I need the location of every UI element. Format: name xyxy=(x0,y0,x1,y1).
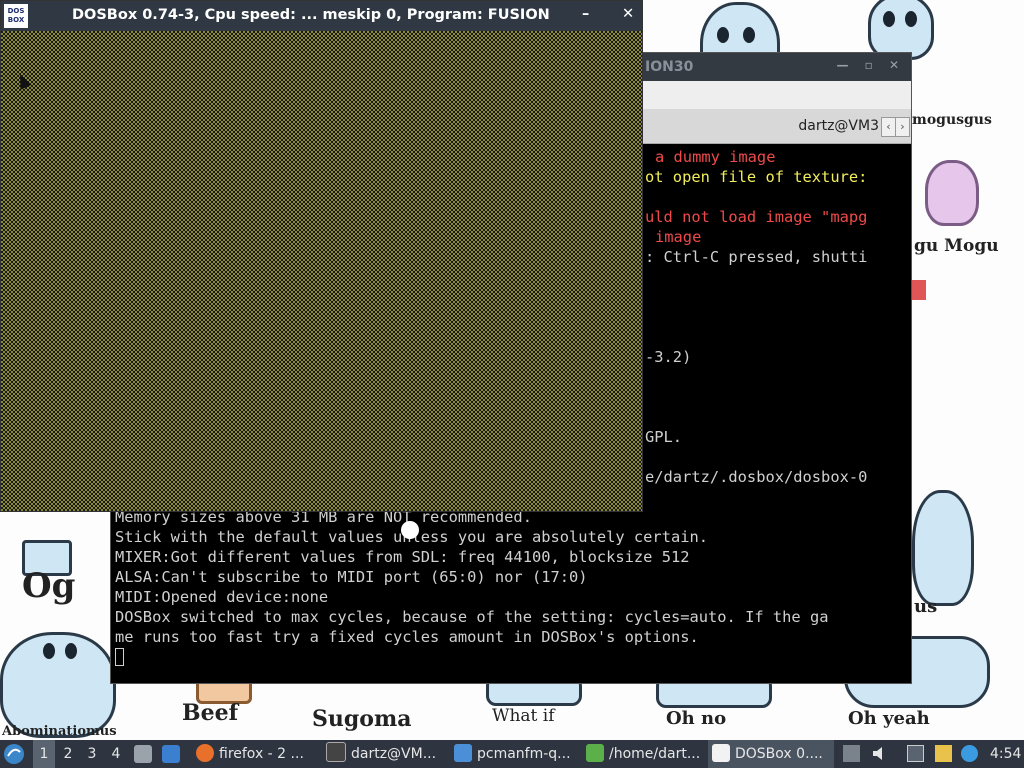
file-manager-icon xyxy=(586,744,604,762)
workspace-1[interactable]: 1 xyxy=(33,740,55,768)
taskbar-dosbox[interactable]: DOSBox 0.... xyxy=(708,740,834,768)
wallpaper-label: What if xyxy=(492,706,555,726)
wallpaper-creature xyxy=(868,0,934,60)
wallpaper-label: Beef xyxy=(182,700,239,726)
terminal-line: ot open file of texture: xyxy=(645,168,868,186)
lubuntu-logo-icon xyxy=(4,744,24,764)
terminal-cursor xyxy=(115,648,124,666)
wallpaper-label: Sugoma xyxy=(312,706,412,732)
taskbar-terminal[interactable]: dartz@VM... xyxy=(322,740,446,768)
terminal-line: e/dartz/.dosbox/dosbox-0 xyxy=(645,468,868,486)
monitor-icon[interactable] xyxy=(907,745,924,762)
wallpaper-label: Abominatiomus xyxy=(2,724,117,739)
taskbar-button-label: dartz@VM... xyxy=(351,746,437,762)
terminal-line: GPL. xyxy=(645,428,683,446)
workspace-4[interactable]: 4 xyxy=(105,740,127,768)
terminal-line: a dummy image xyxy=(655,148,776,166)
taskbar-button-label: pcmanfm-q... xyxy=(477,746,571,762)
wallpaper-label: gu Mogu xyxy=(914,236,999,256)
minimize-button[interactable]: – xyxy=(582,6,589,22)
folder-icon xyxy=(454,744,472,762)
taskbar-button-label: /home/dart... xyxy=(609,746,701,762)
eject-icon[interactable] xyxy=(843,745,860,762)
terminal-line: DOSBox switched to max cycles, because o… xyxy=(115,608,829,626)
dosbox-titlebar[interactable]: DOS BOX DOSBox 0.74-3, Cpu speed: ... me… xyxy=(1,1,642,31)
wallpaper-label: Oh yeah xyxy=(848,708,930,729)
terminal-line: image xyxy=(655,228,702,246)
terminal-title: ION30 xyxy=(645,59,694,75)
taskbar: 1 2 3 4 firefox - 2 ... dartz@VM... pcma… xyxy=(0,740,1024,768)
taskbar-pcmanfm[interactable]: pcmanfm-q... xyxy=(450,740,578,768)
workspace-2[interactable]: 2 xyxy=(57,740,79,768)
terminal-tab[interactable]: dartz@VM3 xyxy=(798,118,879,134)
workspace-3[interactable]: 3 xyxy=(81,740,103,768)
wallpaper-creature xyxy=(912,490,974,606)
dosbox-icon xyxy=(712,744,730,762)
terminal-line: uld not load image "mapg xyxy=(645,208,868,226)
wallpaper-label: us xyxy=(914,596,938,617)
show-desktop-button[interactable] xyxy=(134,740,156,768)
desktop-icon xyxy=(134,745,152,763)
terminal-icon xyxy=(326,742,346,762)
wallpaper-anime-figure xyxy=(925,160,979,226)
terminal-line: ALSA:Can't subscribe to MIDI port (65:0)… xyxy=(115,568,588,586)
quicklaunch-button[interactable] xyxy=(162,740,186,768)
wallpaper-label: mogusgus xyxy=(912,112,992,128)
tab-prev-arrow-icon[interactable]: ‹ xyxy=(881,117,896,137)
terminal-line: -3.2) xyxy=(645,348,692,366)
terminal-line: : Ctrl-C pressed, shutti xyxy=(645,248,868,266)
firefox-icon xyxy=(196,744,214,762)
dosbox-logo-icon: DOS BOX xyxy=(4,4,28,28)
window-icon xyxy=(162,745,180,763)
wallpaper-label: Oh no xyxy=(666,708,727,729)
close-button[interactable]: ✕ xyxy=(622,6,634,22)
dosbox-title: DOSBox 0.74-3, Cpu speed: ... meskip 0, … xyxy=(72,7,550,23)
mouse-pointer-icon xyxy=(14,72,32,90)
wallpaper-decoration xyxy=(912,280,926,300)
update-icon[interactable] xyxy=(961,745,978,762)
terminal-line: MIDI:Opened device:none xyxy=(115,588,329,606)
clipboard-icon[interactable] xyxy=(935,745,952,762)
dosbox-window[interactable]: DOS BOX DOSBox 0.74-3, Cpu speed: ... me… xyxy=(0,0,643,512)
volume-icon[interactable] xyxy=(871,745,888,762)
terminal-window-controls[interactable]: — ▫ ✕ xyxy=(836,58,905,72)
wallpaper-label: Og xyxy=(22,566,76,606)
terminal-line: me runs too fast try a fixed cycles amou… xyxy=(115,628,699,646)
clock[interactable]: 4:54 xyxy=(990,740,1024,768)
dosbox-screen[interactable] xyxy=(1,31,642,511)
taskbar-button-label: firefox - 2 ... xyxy=(219,746,304,762)
taskbar-firefox[interactable]: firefox - 2 ... xyxy=(192,740,318,768)
terminal-line: MIXER:Got different values from SDL: fre… xyxy=(115,548,690,566)
tab-next-arrow-icon[interactable]: › xyxy=(895,117,910,137)
taskbar-button-label: DOSBox 0.... xyxy=(735,746,823,762)
wallpaper-creature xyxy=(0,632,116,738)
start-menu-button[interactable] xyxy=(3,740,29,768)
mouse-cursor-icon xyxy=(401,521,419,539)
taskbar-file-manager[interactable]: /home/dart... xyxy=(582,740,704,768)
